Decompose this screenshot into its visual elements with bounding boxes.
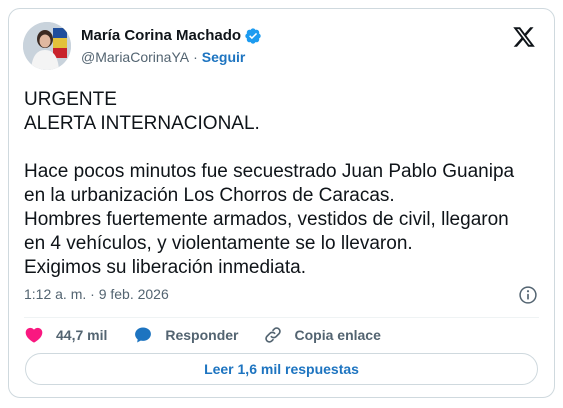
copy-link-button[interactable]: Copia enlace bbox=[263, 325, 381, 345]
speech-bubble-icon bbox=[135, 327, 152, 343]
like-button[interactable]: 44,7 mil bbox=[24, 325, 107, 345]
tweet-line: Exigimos su liberación inmediata. bbox=[24, 257, 306, 278]
tweet-line: Hace pocos minutos fue secuestrado Juan … bbox=[24, 161, 515, 182]
read-replies-label: Leer 1,6 mil respuestas bbox=[204, 361, 359, 377]
copy-link-label: Copia enlace bbox=[294, 327, 381, 343]
tweet-line: URGENTE bbox=[24, 89, 117, 110]
verified-badge-icon[interactable] bbox=[244, 27, 262, 45]
author-handle[interactable]: @MariaCorinaYA bbox=[81, 47, 189, 67]
author-info: María Corina Machado @MariaCorinaYA · Se… bbox=[81, 26, 262, 67]
heart-icon bbox=[25, 327, 43, 343]
read-replies-button[interactable]: Leer 1,6 mil respuestas bbox=[25, 353, 538, 385]
author-handle-row: @MariaCorinaYA · Seguir bbox=[81, 47, 262, 67]
x-logo-icon[interactable] bbox=[512, 25, 536, 49]
info-icon[interactable] bbox=[518, 285, 538, 305]
tweet-line: Hombres fuertemente armados, vestidos de… bbox=[24, 209, 509, 230]
timestamp-link[interactable]: 1:12 a. m. · 9 feb. 2026 bbox=[24, 286, 169, 302]
tweet-text: URGENTE ALERTA INTERNACIONAL. Hace pocos… bbox=[24, 88, 544, 280]
tweet-card: María Corina Machado @MariaCorinaYA · Se… bbox=[8, 8, 555, 398]
action-bar: 44,7 mil Responder Copia enlace bbox=[24, 324, 381, 346]
avatar[interactable] bbox=[23, 22, 71, 70]
link-icon bbox=[264, 327, 281, 343]
tweet-line: en 4 vehículos, y violentamente se lo ll… bbox=[24, 233, 413, 254]
divider bbox=[24, 317, 539, 318]
author-name-row: María Corina Machado bbox=[81, 26, 262, 46]
handle-separator: · bbox=[193, 49, 198, 65]
tweet-line: en la urbanización Los Chorros de Caraca… bbox=[24, 185, 395, 206]
tweet-line: ALERTA INTERNACIONAL. bbox=[24, 113, 260, 134]
follow-button[interactable]: Seguir bbox=[202, 47, 246, 67]
avatar-image bbox=[23, 22, 71, 70]
likes-count: 44,7 mil bbox=[56, 327, 108, 343]
reply-label: Responder bbox=[165, 327, 239, 343]
tweet-timestamp: 1:12 a. m. · 9 feb. 2026 bbox=[24, 286, 169, 302]
reply-button[interactable]: Responder bbox=[133, 325, 239, 345]
author-display-name[interactable]: María Corina Machado bbox=[81, 26, 241, 46]
